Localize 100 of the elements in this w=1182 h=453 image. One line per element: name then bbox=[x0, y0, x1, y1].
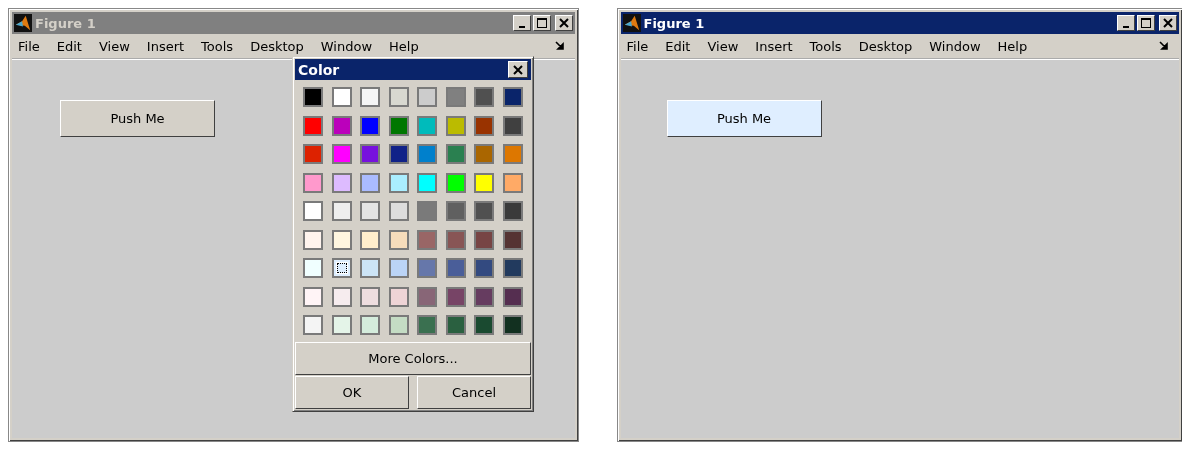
color-swatch[interactable] bbox=[360, 87, 380, 107]
menu-item[interactable]: Desktop bbox=[250, 38, 304, 54]
color-swatch[interactable] bbox=[445, 144, 466, 164]
dock-arrow-icon[interactable] bbox=[1159, 41, 1169, 51]
color-swatch[interactable] bbox=[445, 115, 466, 136]
color-swatch[interactable] bbox=[474, 172, 494, 193]
maximize-button[interactable] bbox=[1137, 15, 1155, 31]
color-swatch[interactable] bbox=[474, 315, 494, 335]
color-swatch[interactable] bbox=[388, 315, 409, 335]
menu-item[interactable]: Window bbox=[929, 38, 981, 54]
color-swatch[interactable] bbox=[445, 87, 466, 107]
color-swatch[interactable] bbox=[331, 172, 352, 193]
color-swatch[interactable] bbox=[474, 286, 494, 307]
minimize-button[interactable] bbox=[1117, 15, 1135, 31]
color-swatch[interactable] bbox=[331, 258, 352, 278]
minimize-button[interactable] bbox=[512, 15, 531, 31]
color-swatch[interactable] bbox=[303, 201, 323, 221]
color-swatch[interactable] bbox=[417, 144, 437, 164]
color-swatch[interactable] bbox=[303, 87, 323, 107]
color-swatch[interactable] bbox=[445, 172, 466, 193]
color-swatch[interactable] bbox=[417, 286, 437, 307]
color-swatch[interactable] bbox=[502, 315, 523, 335]
color-swatch[interactable] bbox=[360, 172, 380, 193]
color-swatch[interactable] bbox=[445, 229, 466, 250]
color-swatch[interactable] bbox=[445, 258, 466, 278]
color-swatch[interactable] bbox=[360, 201, 380, 221]
color-swatch[interactable] bbox=[502, 87, 523, 107]
color-swatch[interactable] bbox=[502, 229, 523, 250]
push-button[interactable]: Push Me bbox=[60, 100, 215, 137]
more-colors-button[interactable]: More Colors... bbox=[295, 342, 531, 375]
menu-item[interactable]: Tools bbox=[201, 38, 234, 54]
color-swatch[interactable] bbox=[474, 201, 494, 221]
color-swatch[interactable] bbox=[388, 201, 409, 221]
close-button[interactable] bbox=[554, 15, 573, 31]
color-swatch[interactable] bbox=[417, 87, 437, 107]
menu-item[interactable]: File bbox=[18, 38, 40, 54]
menu-item[interactable]: Edit bbox=[665, 38, 691, 54]
color-swatch[interactable] bbox=[388, 172, 409, 193]
color-swatch[interactable] bbox=[331, 144, 352, 164]
color-swatch[interactable] bbox=[417, 258, 437, 278]
menu-item[interactable]: Edit bbox=[56, 38, 82, 54]
color-swatch[interactable] bbox=[502, 201, 523, 221]
color-swatch[interactable] bbox=[331, 286, 352, 307]
close-button[interactable] bbox=[508, 61, 528, 78]
color-swatch[interactable] bbox=[417, 115, 437, 136]
color-swatch[interactable] bbox=[445, 286, 466, 307]
color-swatch[interactable] bbox=[388, 229, 409, 250]
color-swatch[interactable] bbox=[502, 144, 523, 164]
color-swatch[interactable] bbox=[303, 172, 323, 193]
color-swatch[interactable] bbox=[388, 144, 409, 164]
color-swatch[interactable] bbox=[417, 172, 437, 193]
menu-item[interactable]: Help bbox=[389, 38, 419, 54]
color-swatch[interactable] bbox=[360, 229, 380, 250]
menu-item[interactable]: Help bbox=[997, 38, 1028, 54]
menu-item[interactable]: Window bbox=[320, 38, 373, 54]
color-swatch[interactable] bbox=[360, 286, 380, 307]
color-swatch[interactable] bbox=[360, 115, 380, 136]
color-swatch[interactable] bbox=[331, 315, 352, 335]
color-swatch[interactable] bbox=[474, 229, 494, 250]
color-swatch[interactable] bbox=[417, 229, 437, 250]
color-swatch[interactable] bbox=[474, 115, 494, 136]
ok-button[interactable]: OK bbox=[295, 376, 409, 409]
color-swatch[interactable] bbox=[388, 286, 409, 307]
color-swatch[interactable] bbox=[502, 115, 523, 136]
color-swatch[interactable] bbox=[502, 172, 523, 193]
menu-item[interactable]: View bbox=[98, 38, 130, 54]
color-swatch[interactable] bbox=[303, 258, 323, 278]
color-swatch[interactable] bbox=[502, 258, 523, 278]
color-swatch[interactable] bbox=[388, 87, 409, 107]
color-swatch[interactable] bbox=[303, 315, 323, 335]
color-swatch[interactable] bbox=[331, 115, 352, 136]
menu-item[interactable]: Desktop bbox=[858, 38, 913, 54]
menu-item[interactable]: View bbox=[707, 38, 739, 54]
color-swatch[interactable] bbox=[388, 115, 409, 136]
color-swatch[interactable] bbox=[417, 315, 437, 335]
menu-item[interactable]: Tools bbox=[809, 38, 842, 54]
color-swatch[interactable] bbox=[474, 87, 494, 107]
color-swatch[interactable] bbox=[474, 144, 494, 164]
color-swatch[interactable] bbox=[303, 144, 323, 164]
color-swatch[interactable] bbox=[360, 315, 380, 335]
cancel-button[interactable]: Cancel bbox=[417, 376, 531, 409]
color-swatch[interactable] bbox=[388, 258, 409, 278]
color-swatch[interactable] bbox=[445, 201, 466, 221]
menu-item[interactable]: Insert bbox=[146, 38, 185, 54]
color-swatch[interactable] bbox=[474, 258, 494, 278]
color-swatch[interactable] bbox=[303, 286, 323, 307]
color-swatch[interactable] bbox=[360, 144, 380, 164]
color-swatch[interactable] bbox=[331, 201, 352, 221]
color-swatch[interactable] bbox=[303, 115, 323, 136]
color-swatch[interactable] bbox=[502, 286, 523, 307]
color-swatch[interactable] bbox=[303, 229, 323, 250]
dock-arrow-icon[interactable] bbox=[554, 41, 565, 51]
color-swatch[interactable] bbox=[331, 87, 352, 107]
color-swatch[interactable] bbox=[331, 229, 352, 250]
maximize-button[interactable] bbox=[532, 15, 551, 31]
menu-item[interactable]: Insert bbox=[755, 38, 793, 54]
color-swatch[interactable] bbox=[445, 315, 466, 335]
close-button[interactable] bbox=[1159, 15, 1177, 31]
menu-item[interactable]: File bbox=[626, 38, 649, 54]
color-swatch[interactable] bbox=[360, 258, 380, 278]
